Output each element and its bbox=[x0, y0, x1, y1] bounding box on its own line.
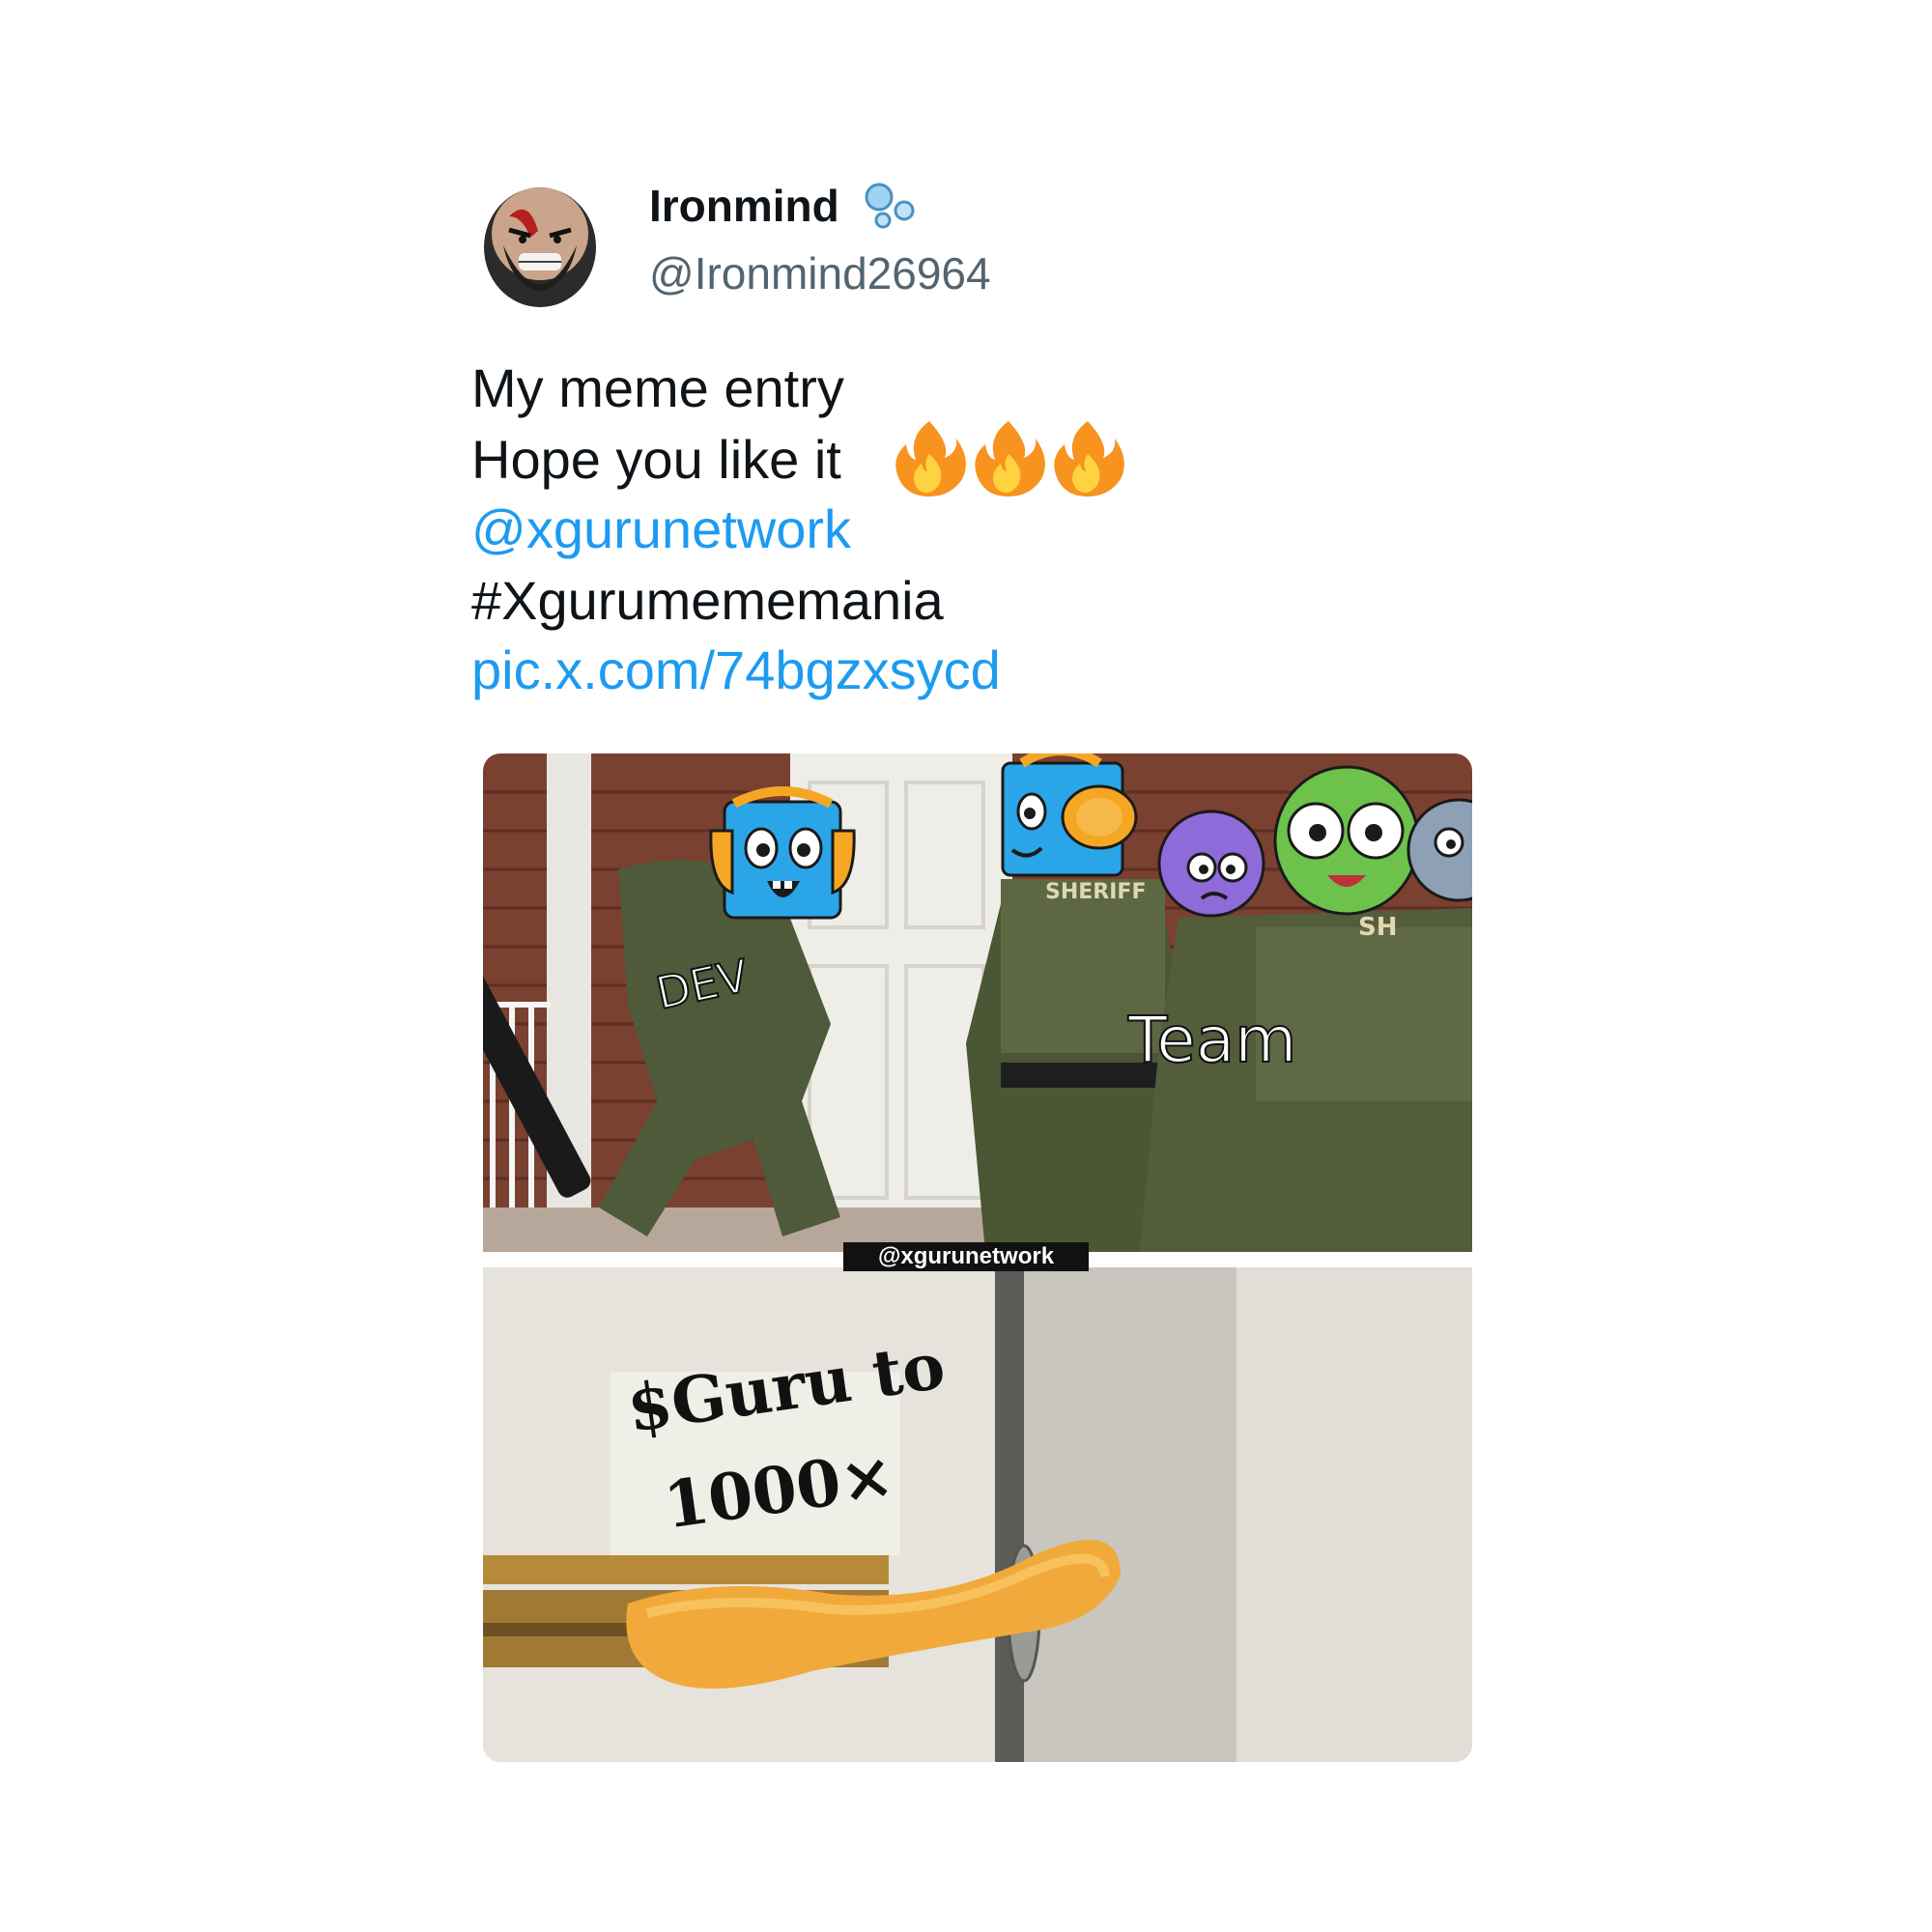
fire-emoji-row bbox=[895, 421, 1124, 497]
label-team: Team bbox=[1127, 1002, 1297, 1078]
mention-link[interactable]: @xgurunetwork bbox=[471, 502, 851, 556]
sheriff-mascot bbox=[1001, 753, 1138, 877]
fire-icon bbox=[895, 421, 966, 497]
author-handle[interactable]: @Ironmind26964 bbox=[649, 251, 991, 296]
author-display-name[interactable]: Ironmind bbox=[649, 184, 839, 228]
dev-mascot bbox=[709, 786, 856, 920]
purple-mascot bbox=[1157, 810, 1265, 918]
tweet-text-line2: Hope you like it bbox=[471, 429, 841, 490]
vest-text-sheriff: SHERIFF bbox=[1045, 880, 1146, 904]
hashtag-text[interactable]: #Xgurumememania bbox=[471, 574, 944, 628]
tweet-card: Ironmind @Ironmind26964 My meme entry Ho… bbox=[0, 0, 1932, 1932]
bubbles-icon bbox=[865, 183, 915, 229]
fire-icon bbox=[975, 421, 1045, 497]
tweet-text-line1: My meme entry bbox=[471, 357, 844, 418]
fire-icon bbox=[1054, 421, 1124, 497]
author-avatar[interactable] bbox=[480, 178, 600, 309]
meme-image[interactable]: SHERIFF SH @xgurunetwork DEV Team $Guru … bbox=[483, 753, 1472, 1762]
vest-text-sh: SH bbox=[1358, 913, 1398, 942]
pic-link[interactable]: pic.x.com/74bgzxsycd bbox=[471, 643, 1001, 697]
watermark: @xgurunetwork bbox=[843, 1242, 1089, 1271]
green-mascot bbox=[1273, 765, 1420, 916]
